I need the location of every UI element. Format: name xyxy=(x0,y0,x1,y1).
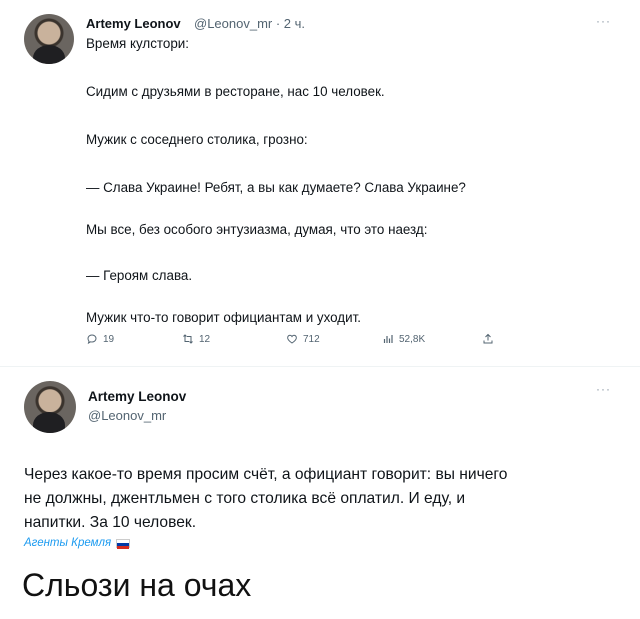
author-handle[interactable]: @Leonov_mr xyxy=(88,408,166,423)
author-handle-time[interactable]: @Leonov_mr · 2 ч. xyxy=(194,16,305,31)
meme-caption: Сльози на очах xyxy=(22,567,252,603)
tweet-text-line: Через какое-то время просим счёт, а офиц… xyxy=(24,466,508,483)
author-name[interactable]: Artemy Leonov xyxy=(86,16,181,31)
divider xyxy=(0,366,640,367)
like-icon xyxy=(287,334,297,344)
views-count: 52,8K xyxy=(399,333,426,345)
share-icon xyxy=(483,333,493,344)
author-name[interactable]: Artemy Leonov xyxy=(88,389,186,404)
russian-flag-icon xyxy=(116,538,131,549)
reply-button[interactable]: 19 xyxy=(86,333,114,345)
tweet-1: Artemy Leonov @Leonov_mr · 2 ч. ··· Врем… xyxy=(0,0,640,370)
agents-label: Агенты Кремля xyxy=(24,537,112,549)
overlay-label: Агенты Кремля xyxy=(24,537,131,549)
more-options-icon[interactable]: ··· xyxy=(596,14,611,28)
share-button[interactable] xyxy=(482,333,494,345)
retweet-icon xyxy=(183,334,193,344)
tweet-text-line: Мы все, без особого энтузиазма, думая, ч… xyxy=(86,222,428,237)
like-button[interactable]: 712 xyxy=(286,333,320,345)
tweet-text-line: — Героям слава. xyxy=(86,268,193,283)
tweet-text-line: не должны, джентльмен с того столика всё… xyxy=(24,490,466,507)
avatar[interactable] xyxy=(24,381,76,433)
reply-icon xyxy=(87,334,97,345)
reply-count: 19 xyxy=(103,333,115,345)
tweet-text-line: — Слава Украине! Ребят, а вы как думаете… xyxy=(86,180,466,195)
tweet-text-line: Мужик что-то говорит официантам и уходит… xyxy=(86,310,361,325)
tweet-text-line: Время кулстори: xyxy=(86,36,189,51)
tweet-text-line: напитки. За 10 человек. xyxy=(24,514,197,531)
tweet-text-line: Сидим с друзьями в ресторане, нас 10 чел… xyxy=(86,84,385,99)
retweet-count: 12 xyxy=(199,333,211,345)
tweet-actions: 19 12 712 52,8K xyxy=(86,333,526,349)
views-button[interactable]: 52,8K xyxy=(382,333,425,345)
views-icon xyxy=(383,335,393,343)
like-count: 712 xyxy=(303,333,320,345)
more-options-icon[interactable]: ··· xyxy=(596,382,611,396)
retweet-button[interactable]: 12 xyxy=(182,333,210,345)
avatar[interactable] xyxy=(24,14,74,64)
tweet-text-line: Мужик с соседнего столика, грозно: xyxy=(86,132,308,147)
